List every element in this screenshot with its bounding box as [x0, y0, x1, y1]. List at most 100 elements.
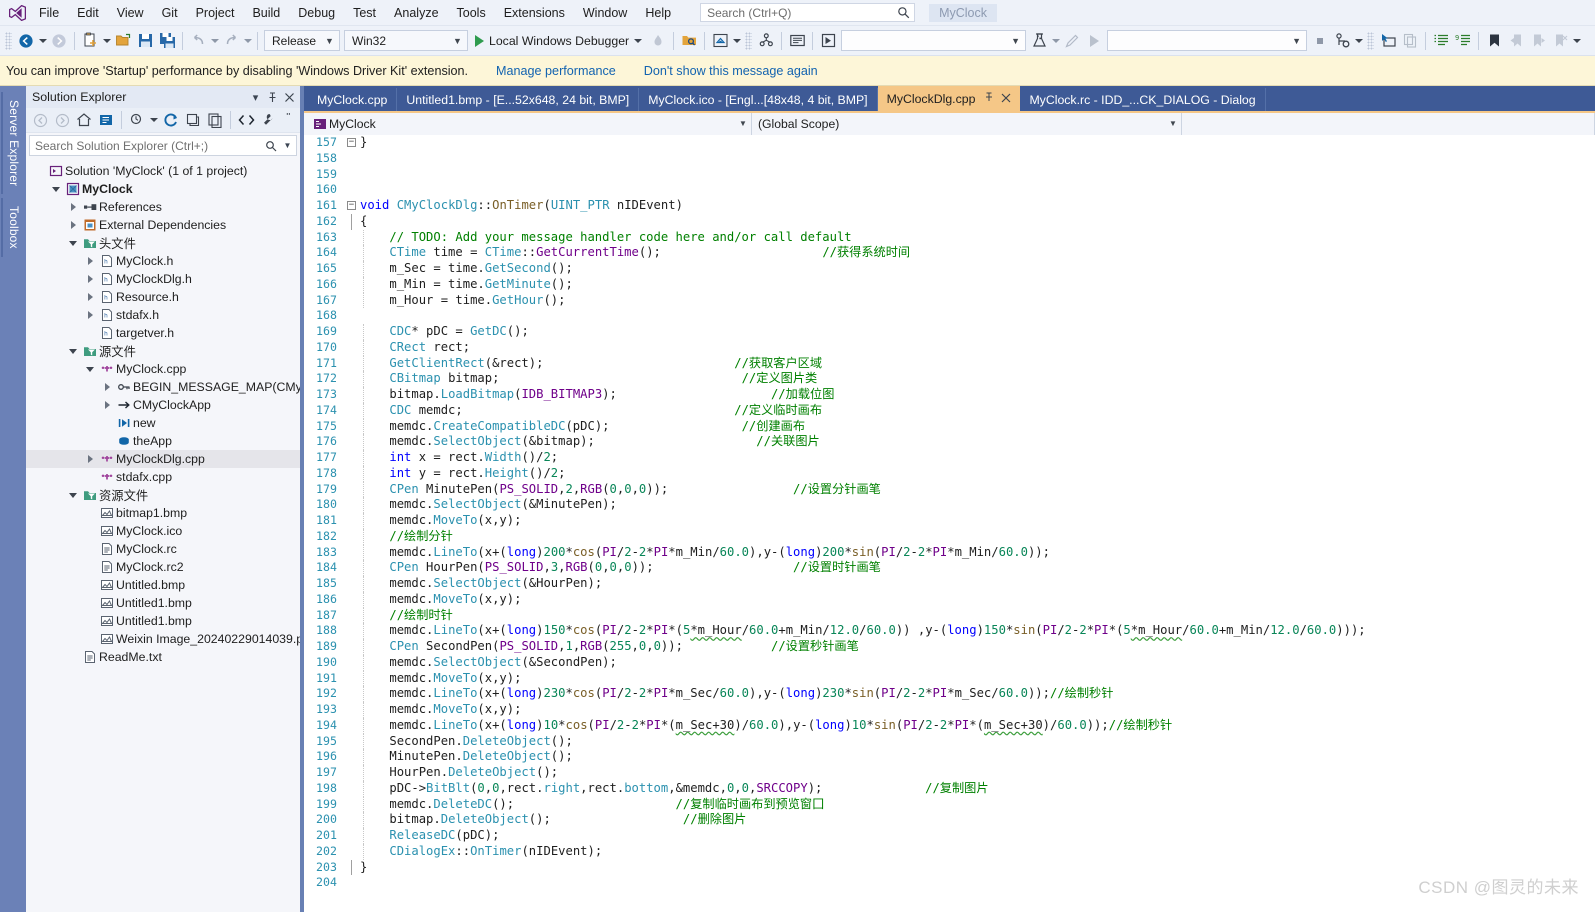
- close-icon[interactable]: [281, 88, 298, 106]
- code-line[interactable]: 198 pDC->BitBlt(0,0,rect.right,rect.bott…: [304, 780, 1595, 797]
- home-icon[interactable]: [73, 110, 94, 131]
- chevron-right-icon[interactable]: [100, 378, 114, 396]
- solution-config-icon[interactable]: [1331, 30, 1353, 52]
- code-line[interactable]: 164 CTime time = CTime::GetCurrentTime()…: [304, 245, 1595, 261]
- toolbar-overflow[interactable]: [1571, 30, 1582, 52]
- tree-node[interactable]: MyClockDlg.cpp: [26, 450, 300, 468]
- code-line[interactable]: 168: [304, 308, 1595, 324]
- chevron-down-icon[interactable]: ▾: [247, 88, 264, 106]
- code-line[interactable]: 200 bitmap.DeleteObject(); //删除图片: [304, 812, 1595, 828]
- menu-item-build[interactable]: Build: [243, 1, 289, 25]
- code-line[interactable]: 177 int x = rect.Width()/2;: [304, 450, 1595, 466]
- chevron-right-icon[interactable]: [83, 306, 97, 324]
- chevron-down-icon[interactable]: [49, 180, 63, 198]
- chevron-right-icon[interactable]: [66, 198, 80, 216]
- global-search-input[interactable]: Search (Ctrl+Q): [707, 6, 897, 20]
- chevron-down-icon[interactable]: [66, 234, 80, 252]
- select-element-icon[interactable]: [817, 30, 839, 52]
- tree-node[interactable]: Untitled1.bmp: [26, 612, 300, 630]
- chevron-right-icon[interactable]: [83, 252, 97, 270]
- tree-node[interactable]: MyClock.ico: [26, 522, 300, 540]
- comment-icon[interactable]: [1430, 30, 1452, 52]
- code-line[interactable]: 166 m_Min = time.GetMinute();: [304, 276, 1595, 293]
- new-item-dropdown[interactable]: [101, 30, 112, 52]
- diagnostic-tools-icon[interactable]: [755, 30, 777, 52]
- code-line[interactable]: 173 bitmap.LoadBitmap(IDB_BITMAP3); //加载…: [304, 387, 1595, 403]
- code-line[interactable]: 174 CDC memdc; //定义临时画布: [304, 402, 1595, 419]
- code-line[interactable]: 178 int y = rect.Height()/2;: [304, 465, 1595, 482]
- properties-window-icon[interactable]: [204, 110, 225, 131]
- tree-node[interactable]: External Dependencies: [26, 216, 300, 234]
- code-line[interactable]: 201 ReleaseDC(pDC);: [304, 828, 1595, 844]
- code-line[interactable]: 163 // TODO: Add your message handler co…: [304, 229, 1595, 246]
- more-icon[interactable]: ": [279, 110, 300, 131]
- code-line[interactable]: 182 //绘制分针: [304, 528, 1595, 545]
- search-icon[interactable]: [262, 137, 279, 155]
- pin-icon[interactable]: [984, 92, 994, 105]
- code-line[interactable]: 191 memdc.MoveTo(x,y);: [304, 670, 1595, 687]
- menu-item-tools[interactable]: Tools: [448, 1, 495, 25]
- secondary-find-combo[interactable]: ▼: [1107, 30, 1308, 51]
- navbar-member-combo[interactable]: [1182, 112, 1595, 135]
- menu-item-git[interactable]: Git: [153, 1, 187, 25]
- new-item-icon[interactable]: [79, 30, 101, 52]
- code-line[interactable]: 165 m_Sec = time.GetSecond();: [304, 261, 1595, 277]
- tree-node[interactable]: 头文件: [26, 234, 300, 252]
- toolbar-grip-3[interactable]: [1367, 31, 1375, 50]
- menu-item-extensions[interactable]: Extensions: [495, 1, 574, 25]
- chevron-down-icon[interactable]: [83, 360, 97, 378]
- pin-icon[interactable]: [264, 88, 281, 106]
- dismiss-message-link[interactable]: Don't show this message again: [644, 64, 818, 78]
- tree-node[interactable]: stdafx.cpp: [26, 468, 300, 486]
- code-line[interactable]: 203}: [304, 859, 1595, 876]
- code-line[interactable]: 184 CPen HourPen(PS_SOLID,3,RGB(0,0,0));…: [304, 560, 1595, 576]
- code-line[interactable]: 167 m_Hour = time.GetHour();: [304, 292, 1595, 309]
- properties-icon[interactable]: [258, 110, 279, 131]
- solution-search-input[interactable]: Search Solution Explorer (Ctrl+;) ▼: [29, 135, 297, 156]
- test-explorer-icon[interactable]: [1028, 30, 1050, 52]
- menu-item-project[interactable]: Project: [187, 1, 244, 25]
- menu-item-view[interactable]: View: [108, 1, 153, 25]
- code-line[interactable]: 161− void CMyClockDlg::OnTimer(UINT_PTR n…: [304, 198, 1595, 214]
- code-line[interactable]: 160: [304, 182, 1595, 198]
- tree-node[interactable]: h Resource.h: [26, 288, 300, 306]
- pending-changes-icon[interactable]: [95, 110, 116, 131]
- tree-node[interactable]: References: [26, 198, 300, 216]
- tree-node[interactable]: MyClock.cpp: [26, 360, 300, 378]
- editor-tab[interactable]: MyClock.ico - [Engl...[48x48, 4 bit, BMP…: [639, 88, 878, 111]
- tree-node[interactable]: MyClock: [26, 180, 300, 198]
- code-line[interactable]: 170 CRect rect;: [304, 339, 1595, 356]
- collapse-all-icon[interactable]: [182, 110, 203, 131]
- platform-combo[interactable]: Win32 ▼: [344, 30, 468, 51]
- code-line[interactable]: 171 GetClientRect(&rect); //获取客户区域: [304, 355, 1595, 372]
- tree-node[interactable]: h MyClock.h: [26, 252, 300, 270]
- toolbar-grip-2[interactable]: [745, 31, 753, 50]
- code-line[interactable]: 196 MinutePen.DeleteObject();: [304, 749, 1595, 765]
- code-line[interactable]: 158: [304, 151, 1595, 167]
- editor-tab[interactable]: Untitled1.bmp - [E...52x648, 24 bit, BMP…: [397, 88, 640, 111]
- menu-item-test[interactable]: Test: [344, 1, 385, 25]
- chevron-down-icon[interactable]: [634, 38, 643, 43]
- menu-item-debug[interactable]: Debug: [289, 1, 344, 25]
- tree-node[interactable]: ReadMe.txt: [26, 648, 300, 666]
- code-line[interactable]: 197 HourPen.DeleteObject();: [304, 765, 1595, 781]
- code-line[interactable]: 175 memdc.CreateCompatibleDC(pDC); //创建画…: [304, 418, 1595, 435]
- show-all-files-dropdown[interactable]: [149, 109, 160, 131]
- tree-node[interactable]: theApp: [26, 432, 300, 450]
- tree-node[interactable]: bitmap1.bmp: [26, 504, 300, 522]
- code-line[interactable]: 189 CPen SecondPen(PS_SOLID,1,RGB(255,0,…: [304, 639, 1595, 655]
- code-line[interactable]: 193 memdc.MoveTo(x,y);: [304, 702, 1595, 718]
- navigate-back-icon[interactable]: [15, 30, 37, 52]
- menu-item-analyze[interactable]: Analyze: [385, 1, 447, 25]
- save-icon[interactable]: [134, 30, 156, 52]
- chevron-right-icon[interactable]: [100, 396, 114, 414]
- code-line[interactable]: 202 CDialogEx::OnTimer(nIDEvent);: [304, 843, 1595, 860]
- solution-dropdown[interactable]: [1353, 30, 1364, 52]
- navigate-back-dropdown[interactable]: [37, 30, 48, 52]
- chevron-right-icon[interactable]: [83, 288, 97, 306]
- navbar-project-combo[interactable]: MyClock ▼: [304, 112, 752, 135]
- tree-node[interactable]: BEGIN_MESSAGE_MAP(CMyCloc: [26, 378, 300, 396]
- editor-tab[interactable]: MyClock.cpp: [308, 88, 398, 111]
- chevron-right-icon[interactable]: [66, 216, 80, 234]
- tree-node[interactable]: Untitled1.bmp: [26, 594, 300, 612]
